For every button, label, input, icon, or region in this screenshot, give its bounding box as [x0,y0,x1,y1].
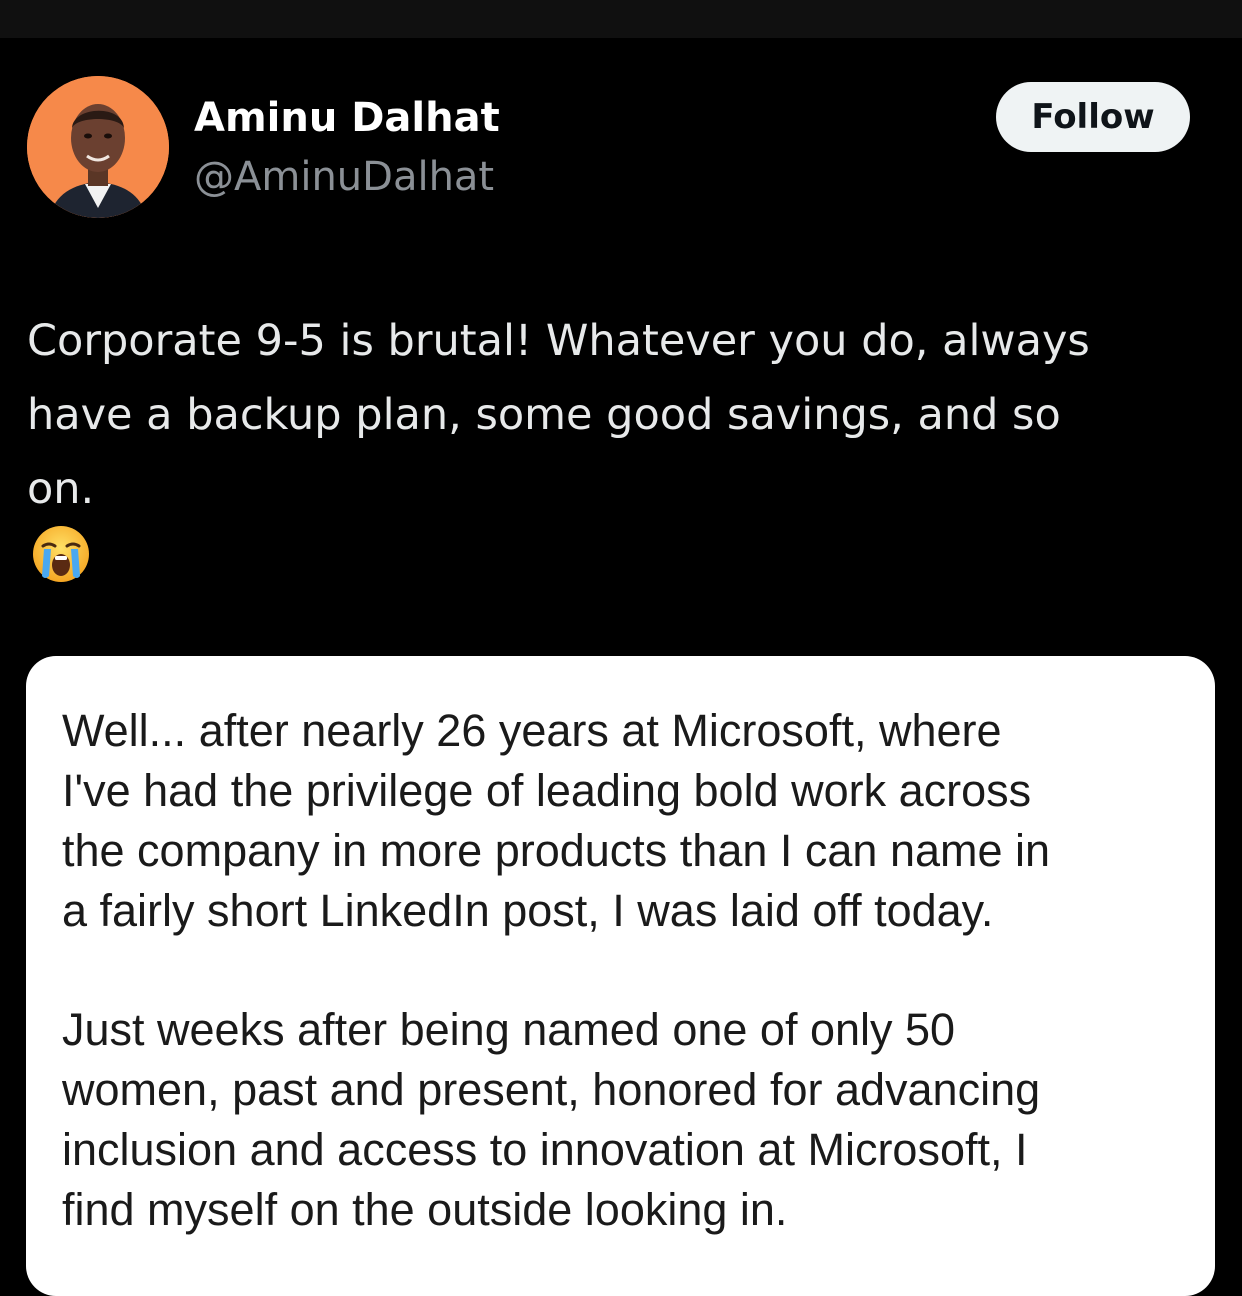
avatar-portrait-icon [27,76,169,218]
card-text-line: find myself on the outside looking in. [62,1184,788,1235]
card-text-line: I've had the privilege of leading bold w… [62,765,1032,816]
tweet-text-line: Corporate 9-5 is brutal! Whatever you do… [27,316,1090,366]
author-display-name[interactable]: Aminu Dalhat [194,92,500,144]
card-text-line: a fairly short LinkedIn post, I was laid… [62,885,994,936]
card-text-line: the company in more products than I can … [62,825,1051,876]
follow-button[interactable]: Follow [996,82,1190,152]
card-text-line: inclusion and access to innovation at Mi… [62,1124,1028,1175]
quoted-image-card[interactable]: Well... after nearly 26 years at Microso… [26,656,1215,1296]
card-paragraph: Well... after nearly 26 years at Microso… [62,701,1050,941]
tweet-text-line: have a backup plan, some good savings, a… [27,390,1061,440]
top-bar [0,0,1242,38]
author-avatar[interactable] [27,76,169,218]
loudly-crying-face-icon [31,524,91,584]
card-text-line: women, past and present, honored for adv… [62,1064,1041,1115]
card-text-line: Just weeks after being named one of only… [62,1004,956,1055]
tweet-text-line: on. [27,464,95,514]
author-handle[interactable]: @AminuDalhat [194,150,494,204]
tweet-text: Corporate 9-5 is brutal! Whatever you do… [27,304,1227,526]
card-paragraph: Just weeks after being named one of only… [62,1000,1040,1240]
card-text-line: Well... after nearly 26 years at Microso… [62,705,1002,756]
